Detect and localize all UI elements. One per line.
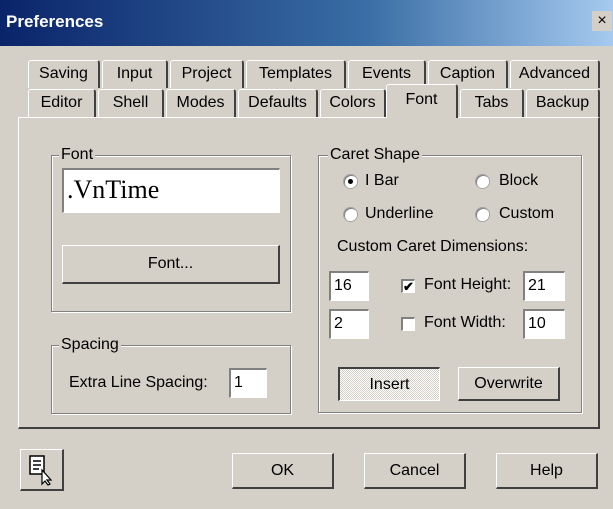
ok-button-label: OK — [270, 462, 295, 479]
tab-font[interactable]: Font — [386, 84, 458, 118]
extra-line-spacing-input[interactable]: 1 — [229, 368, 267, 398]
extra-line-spacing-label: Extra Line Spacing: — [69, 374, 208, 391]
tab-editor[interactable]: Editor — [28, 89, 96, 117]
radio-custom-label: Custom — [499, 205, 555, 222]
font-width-checkbox[interactable] — [401, 317, 415, 331]
cancel-button[interactable]: Cancel — [364, 453, 466, 489]
insert-button-label: Insert — [369, 376, 410, 393]
close-button[interactable]: × — [592, 11, 612, 31]
font-height-value[interactable]: 21 — [523, 271, 565, 301]
ok-button[interactable]: OK — [232, 453, 334, 489]
window-title: Preferences — [6, 12, 104, 31]
tab-advanced[interactable]: Advanced — [510, 60, 600, 88]
radio-block[interactable] — [476, 175, 489, 188]
radio-block-label: Block — [499, 172, 539, 189]
tab-panel-font: Font .VnTime Font... Spacing Extra Line … — [18, 117, 600, 429]
help-pointer-button[interactable] — [20, 449, 64, 491]
font-height-label: Font Height: — [424, 276, 512, 293]
overwrite-button[interactable]: Overwrite — [458, 367, 560, 401]
font-button-label: Font... — [147, 255, 194, 272]
insert-button[interactable]: Insert — [338, 367, 440, 401]
help-cursor-icon — [29, 455, 53, 486]
tab-backup[interactable]: Backup — [526, 89, 600, 117]
font-width-label: Font Width: — [424, 314, 506, 331]
help-button[interactable]: Help — [496, 453, 598, 489]
font-height-checkbox[interactable]: ✔ — [401, 279, 415, 293]
caret-width-input[interactable]: 2 — [329, 309, 369, 339]
tab-templates[interactable]: Templates — [246, 60, 346, 88]
tab-input[interactable]: Input — [102, 60, 168, 88]
tab-defaults[interactable]: Defaults — [238, 89, 318, 117]
font-group-legend: Font — [59, 146, 96, 164]
tab-saving[interactable]: Saving — [28, 60, 100, 88]
custom-dims-label: Custom Caret Dimensions: — [337, 238, 529, 255]
overwrite-button-label: Overwrite — [474, 375, 543, 392]
caret-height-input[interactable]: 16 — [329, 271, 369, 301]
help-button-label: Help — [530, 462, 563, 479]
tab-tabs[interactable]: Tabs — [460, 89, 524, 117]
cancel-button-label: Cancel — [389, 462, 440, 479]
radio-underline[interactable] — [344, 208, 357, 221]
font-button[interactable]: Font... — [62, 245, 280, 284]
radio-underline-label: Underline — [365, 205, 434, 222]
spacing-group-legend: Spacing — [59, 336, 121, 354]
current-font-display: .VnTime — [62, 168, 280, 213]
tab-modes[interactable]: Modes — [166, 89, 236, 117]
radio-custom[interactable] — [476, 208, 489, 221]
tab-project[interactable]: Project — [170, 60, 244, 88]
font-width-value[interactable]: 10 — [523, 309, 565, 339]
tab-colors[interactable]: Colors — [320, 89, 386, 117]
radio-ibar-label: I Bar — [365, 172, 399, 189]
radio-ibar[interactable] — [344, 175, 357, 188]
tab-shell[interactable]: Shell — [98, 89, 164, 117]
caret-shape-legend: Caret Shape — [328, 146, 422, 164]
